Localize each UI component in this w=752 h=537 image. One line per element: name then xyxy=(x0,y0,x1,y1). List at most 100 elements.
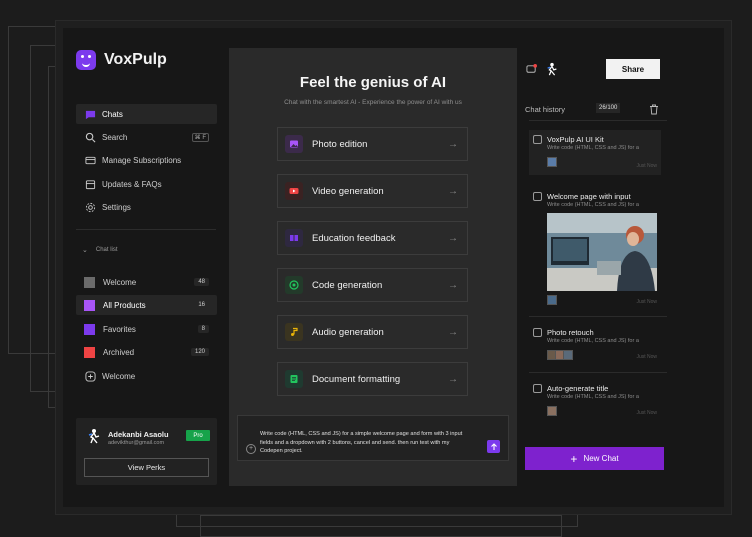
plus-icon: + xyxy=(570,451,578,466)
plus-circle-icon xyxy=(84,370,96,382)
feature-video-generation[interactable]: Video generation → xyxy=(277,174,468,208)
chat-list-item-label: All Products xyxy=(103,300,146,310)
photo-icon xyxy=(285,135,303,153)
history-item-checkbox[interactable] xyxy=(533,384,542,393)
brand-logo[interactable]: VoxPulp xyxy=(76,50,167,70)
nav-item-search[interactable]: Search ⌘ F xyxy=(76,127,217,147)
gear-icon xyxy=(84,201,96,213)
share-button[interactable]: Share xyxy=(606,59,660,79)
chat-list-item-label: Archived xyxy=(103,347,135,357)
nav-label: Search xyxy=(102,132,128,142)
user-name: Adekanbi Asaolu xyxy=(108,430,169,439)
history-count: 26/100 xyxy=(596,103,621,113)
page-subtitle: Chat with the smartest AI - Experience t… xyxy=(284,99,462,106)
folder-color-swatch xyxy=(84,323,95,335)
calendar-icon xyxy=(84,178,96,190)
send-button[interactable] xyxy=(487,440,500,453)
history-divider xyxy=(529,120,667,121)
chat-list-item-label: Favorites xyxy=(103,324,136,334)
feature-label: Photo edition xyxy=(312,138,368,150)
arrow-right-icon: → xyxy=(448,232,458,244)
history-item-snippet: Write code (HTML, CSS and JS) for a xyxy=(547,338,639,344)
sidebar-divider xyxy=(76,229,216,230)
history-item-time: Just Now xyxy=(636,354,657,360)
history-item[interactable]: Photo retouch Write code (HTML, CSS and … xyxy=(529,327,661,367)
attach-icon[interactable]: + xyxy=(246,444,256,454)
nav-label: Updates & FAQs xyxy=(102,179,162,189)
history-item-time: Just Now xyxy=(636,299,657,305)
chat-list-item-label: Welcome xyxy=(102,371,136,381)
feature-label: Education feedback xyxy=(312,232,396,244)
book-icon xyxy=(285,229,303,247)
history-item[interactable]: VoxPulp AI UI Kit Write code (HTML, CSS … xyxy=(529,130,661,175)
avatar[interactable] xyxy=(86,428,102,444)
history-item-checkbox[interactable] xyxy=(533,135,542,144)
user-card: Adekanbi Asaolu adevikthur@gmail.com Pro… xyxy=(76,418,217,485)
logo-icon xyxy=(76,50,96,70)
view-perks-button[interactable]: View Perks xyxy=(84,458,209,477)
history-item-snippet: Write code (HTML, CSS and JS) for a xyxy=(547,202,639,208)
chat-list-toggle[interactable]: ⌄ Chat list xyxy=(82,246,118,254)
history-item-checkbox[interactable] xyxy=(533,328,542,337)
history-divider xyxy=(529,372,667,373)
prompt-input[interactable]: + Write code (HTML, CSS and JS) for a si… xyxy=(237,415,509,461)
chat-list-item-welcome[interactable]: Welcome 48 xyxy=(76,272,217,292)
history-item-title: Auto-generate title xyxy=(547,384,609,393)
card-icon xyxy=(84,154,96,166)
chat-list-item-count: 120 xyxy=(190,348,209,356)
feature-code-generation[interactable]: Code generation → xyxy=(277,268,468,302)
history-item[interactable]: Welcome page with input Write code (HTML… xyxy=(529,188,661,308)
page-title: Feel the genius of AI xyxy=(299,74,447,91)
music-icon xyxy=(285,323,303,341)
arrow-up-icon xyxy=(490,442,497,450)
feature-label: Audio generation xyxy=(312,326,384,338)
nav-item-subscriptions[interactable]: Manage Subscriptions xyxy=(76,150,217,170)
chat-list-add-item[interactable]: Welcome xyxy=(76,366,217,386)
history-item-snippet: Write code (HTML, CSS and JS) for a xyxy=(547,394,639,400)
trash-icon[interactable] xyxy=(649,104,659,115)
feature-audio-generation[interactable]: Audio generation → xyxy=(277,315,468,349)
feature-document-formatting[interactable]: Document formatting → xyxy=(277,362,468,396)
prompt-text[interactable]: Write code (HTML, CSS and JS) for a simp… xyxy=(260,430,466,456)
feature-label: Video generation xyxy=(312,185,384,197)
history-item-checkbox[interactable] xyxy=(533,192,542,201)
new-chat-button[interactable]: + New Chat xyxy=(525,447,664,470)
user-email: adevikthur@gmail.com xyxy=(108,440,165,446)
nav-label: Manage Subscriptions xyxy=(102,155,182,165)
history-item[interactable]: Auto-generate title Write code (HTML, CS… xyxy=(529,383,661,423)
feature-label: Code generation xyxy=(312,279,383,291)
nav-item-updates[interactable]: Updates & FAQs xyxy=(76,174,217,194)
chevron-down-icon: ⌄ xyxy=(82,247,88,254)
history-item-title: VoxPulp AI UI Kit xyxy=(547,135,604,144)
folder-color-swatch xyxy=(84,299,95,311)
chat-icon xyxy=(84,108,96,120)
feature-education-feedback[interactable]: Education feedback → xyxy=(277,221,468,255)
document-icon xyxy=(285,370,303,388)
chat-list-item-favorites[interactable]: Favorites 8 xyxy=(76,319,217,339)
participant-avatar xyxy=(547,295,557,305)
notification-icon[interactable] xyxy=(526,64,537,75)
avatar[interactable] xyxy=(545,61,559,77)
pro-badge: Pro xyxy=(186,430,210,441)
participant-avatar xyxy=(547,406,557,416)
chat-list-item-count: 16 xyxy=(194,301,209,309)
nav-item-settings[interactable]: Settings xyxy=(76,197,217,217)
search-shortcut: ⌘ F xyxy=(191,132,209,142)
chat-list-item-count: 48 xyxy=(194,278,209,286)
history-item-snippet: Write code (HTML, CSS and JS) for a xyxy=(547,145,639,151)
chat-list-item-label: Welcome xyxy=(103,277,137,287)
chat-list-item-all-products[interactable]: All Products 16 xyxy=(76,295,217,315)
preview-image xyxy=(547,213,657,291)
history-item-time: Just Now xyxy=(636,410,657,416)
chat-list-item-archived[interactable]: Archived 120 xyxy=(76,342,217,362)
history-item-title: Photo retouch xyxy=(547,328,594,337)
arrow-right-icon: → xyxy=(448,373,458,385)
new-chat-label: New Chat xyxy=(583,454,619,463)
arrow-right-icon: → xyxy=(448,138,458,150)
feature-label: Document formatting xyxy=(312,373,401,385)
folder-color-swatch xyxy=(84,276,95,288)
code-icon xyxy=(285,276,303,294)
history-title: Chat history xyxy=(525,105,566,114)
feature-photo-edition[interactable]: Photo edition → xyxy=(277,127,468,161)
nav-item-chats[interactable]: Chats xyxy=(76,104,217,124)
